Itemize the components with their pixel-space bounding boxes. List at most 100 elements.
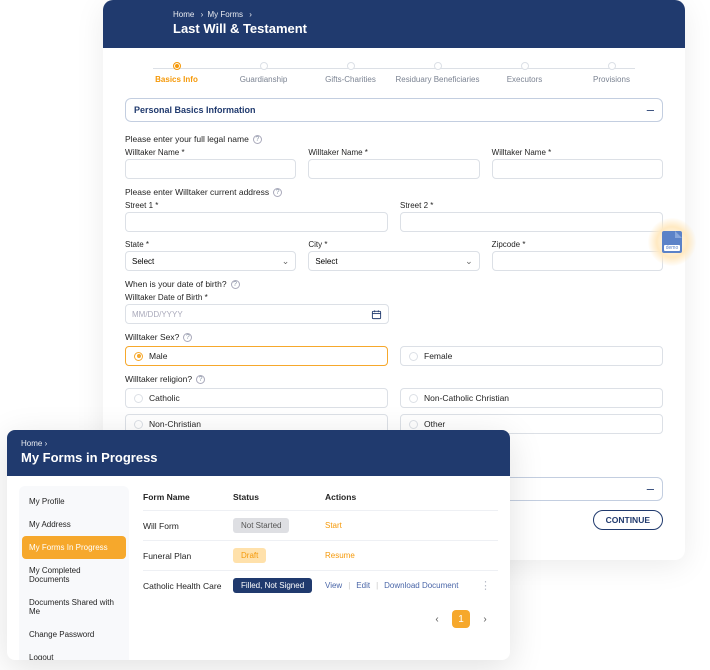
- crumb-home[interactable]: Home: [21, 439, 42, 448]
- col-form-name: Form Name: [143, 492, 233, 502]
- first-name-input[interactable]: [125, 159, 296, 179]
- sidebar-item-logout[interactable]: Logout: [22, 646, 126, 660]
- state-select[interactable]: Select⌄: [125, 251, 296, 271]
- view-link[interactable]: View: [325, 581, 342, 590]
- breadcrumb: Home › My Forms ›: [173, 10, 615, 19]
- field-label: Willtaker Name *: [308, 148, 479, 157]
- panel-collapse-toggle[interactable]: –: [647, 105, 654, 115]
- panel-personal-basics: Personal Basics Information –: [125, 98, 663, 122]
- pager-page-current[interactable]: 1: [452, 610, 470, 628]
- continue-wrap: CONTINUE: [593, 510, 663, 530]
- chevron-right-icon: ›: [249, 10, 252, 19]
- sidebar-item-forms-progress[interactable]: My Forms In Progress: [22, 536, 126, 559]
- will-form-header: Home › My Forms › Last Will & Testament: [103, 0, 685, 48]
- calendar-icon: [371, 309, 382, 320]
- edit-link[interactable]: Edit: [356, 581, 370, 590]
- download-link[interactable]: Download Document: [384, 581, 458, 590]
- document-icon: demo: [662, 231, 682, 253]
- table-header: Form Name Status Actions: [143, 486, 498, 510]
- pager-next[interactable]: ›: [476, 610, 494, 628]
- panel-expand-toggle[interactable]: –: [647, 484, 654, 494]
- my-forms-body: My Profile My Address My Forms In Progre…: [7, 476, 510, 660]
- step-residuary-beneficiaries[interactable]: Residuary Beneficiaries: [394, 62, 481, 84]
- radio-icon: [409, 420, 418, 429]
- field-label: State *: [125, 240, 296, 249]
- field-label: Zipcode *: [492, 240, 663, 249]
- forms-table: Form Name Status Actions Will Form Not S…: [143, 486, 498, 660]
- chevron-right-icon: ›: [45, 439, 48, 448]
- help-icon[interactable]: ?: [273, 188, 282, 197]
- table-row: Funeral Plan Draft Resume: [143, 540, 498, 570]
- field-label: Street 1 *: [125, 201, 388, 210]
- resume-link[interactable]: Resume: [325, 551, 355, 560]
- help-icon[interactable]: ?: [253, 135, 262, 144]
- more-actions-icon[interactable]: ⋮: [480, 579, 498, 592]
- form-name: Funeral Plan: [143, 551, 233, 561]
- sidebar-item-change-password[interactable]: Change Password: [22, 623, 126, 646]
- continue-button[interactable]: CONTINUE: [593, 510, 663, 530]
- radio-icon: [409, 394, 418, 403]
- field-label: Willtaker Name *: [492, 148, 663, 157]
- city-select[interactable]: Select⌄: [308, 251, 479, 271]
- sidebar-item-profile[interactable]: My Profile: [22, 490, 126, 513]
- radio-icon: [134, 352, 143, 361]
- step-guardianship[interactable]: Guardianship: [220, 62, 307, 84]
- my-forms-header: Home › My Forms in Progress: [7, 430, 510, 476]
- form-stepper: Basics Info Guardianship Gifts-Charities…: [103, 48, 685, 94]
- religion-noncatholic-radio[interactable]: Non-Catholic Christian: [400, 388, 663, 408]
- panel-title: Personal Basics Information: [134, 105, 256, 115]
- crumb-my-forms[interactable]: My Forms: [207, 10, 243, 19]
- sidebar-item-shared[interactable]: Documents Shared with Me: [22, 591, 126, 623]
- account-sidebar: My Profile My Address My Forms In Progre…: [19, 486, 129, 660]
- step-gifts-charities[interactable]: Gifts-Charities: [307, 62, 394, 84]
- field-label: Willtaker Date of Birth *: [125, 293, 389, 302]
- breadcrumb: Home ›: [21, 439, 496, 448]
- status-badge: Not Started: [233, 518, 289, 533]
- help-icon[interactable]: ?: [196, 375, 205, 384]
- demo-chip[interactable]: demo: [648, 218, 696, 266]
- start-link[interactable]: Start: [325, 521, 342, 530]
- radio-icon: [134, 394, 143, 403]
- religion-prompt: Willtaker religion? ?: [125, 374, 663, 384]
- zipcode-input[interactable]: [492, 251, 663, 271]
- chevron-right-icon: ›: [201, 10, 204, 19]
- chevron-down-icon: ⌄: [465, 256, 473, 267]
- col-status: Status: [233, 492, 325, 502]
- address-prompt: Please enter Willtaker current address ?: [125, 187, 663, 197]
- religion-catholic-radio[interactable]: Catholic: [125, 388, 388, 408]
- table-row: Catholic Health Care Filled, Not Signed …: [143, 570, 498, 600]
- step-executors[interactable]: Executors: [481, 62, 568, 84]
- form-body: Please enter your full legal name ? Will…: [103, 134, 685, 467]
- page-title: Last Will & Testament: [173, 21, 615, 36]
- street1-input[interactable]: [125, 212, 388, 232]
- chevron-down-icon: ⌄: [282, 256, 290, 267]
- field-label: Willtaker Name *: [125, 148, 296, 157]
- page-title: My Forms in Progress: [21, 450, 496, 465]
- status-badge: Filled, Not Signed: [233, 578, 312, 593]
- step-basics-info[interactable]: Basics Info: [133, 62, 220, 84]
- dob-prompt: When is your date of birth? ?: [125, 279, 663, 289]
- radio-icon: [409, 352, 418, 361]
- dob-input[interactable]: MM/DD/YYYY: [125, 304, 389, 324]
- form-name: Will Form: [143, 521, 233, 531]
- help-icon[interactable]: ?: [231, 280, 240, 289]
- middle-name-input[interactable]: [308, 159, 479, 179]
- separator: |: [376, 581, 378, 590]
- legal-name-prompt: Please enter your full legal name ?: [125, 134, 663, 144]
- field-label: City *: [308, 240, 479, 249]
- help-icon[interactable]: ?: [183, 333, 192, 342]
- radio-icon: [134, 420, 143, 429]
- crumb-home[interactable]: Home: [173, 10, 194, 19]
- sidebar-item-address[interactable]: My Address: [22, 513, 126, 536]
- step-provisions[interactable]: Provisions: [568, 62, 655, 84]
- last-name-input[interactable]: [492, 159, 663, 179]
- status-badge: Draft: [233, 548, 266, 563]
- form-name: Catholic Health Care: [143, 581, 233, 591]
- col-actions: Actions: [325, 492, 498, 502]
- sex-female-radio[interactable]: Female: [400, 346, 663, 366]
- sex-male-radio[interactable]: Male: [125, 346, 388, 366]
- sidebar-item-completed[interactable]: My Completed Documents: [22, 559, 126, 591]
- table-row: Will Form Not Started Start: [143, 510, 498, 540]
- pager-prev[interactable]: ‹: [428, 610, 446, 628]
- street2-input[interactable]: [400, 212, 663, 232]
